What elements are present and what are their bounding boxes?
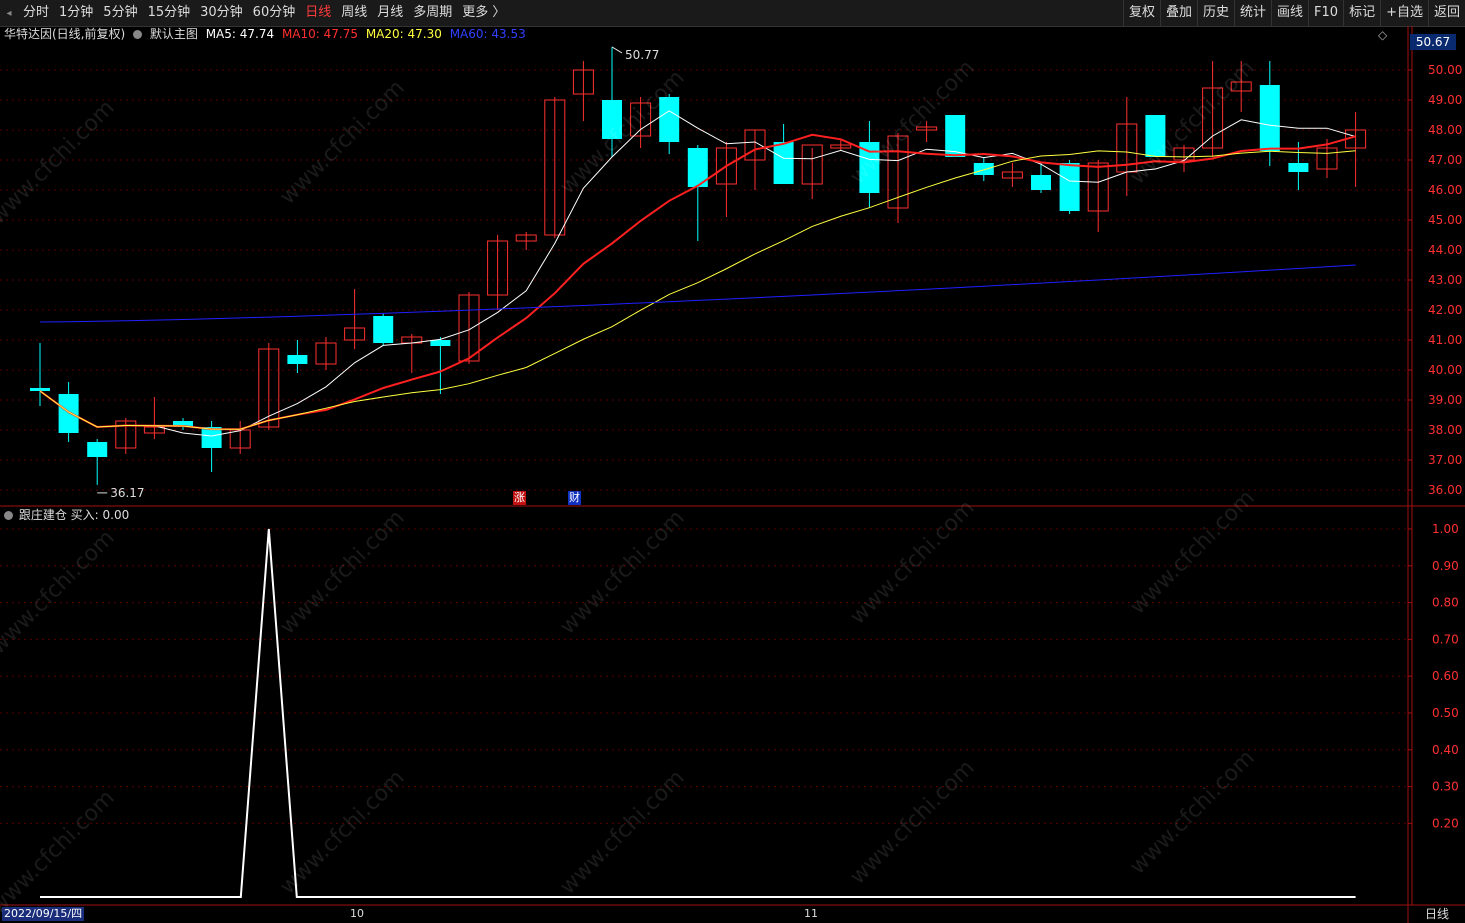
indicator-tick-label: 0.30 <box>1432 780 1459 794</box>
candle-body-down <box>602 100 622 139</box>
candle-body-down <box>430 340 451 346</box>
candle-body-down <box>1145 115 1166 157</box>
price-tick-label: 43.00 <box>1428 273 1462 287</box>
price-tick-label: 50.00 <box>1428 63 1462 77</box>
candle-body-down <box>287 355 308 364</box>
sub-panel-info: 跟庄建仓 买入: 0.00 <box>4 507 129 523</box>
indicator-tick-label: 0.90 <box>1432 559 1459 573</box>
price-tick-label: 36.00 <box>1428 483 1462 497</box>
price-tick-label: 47.00 <box>1428 153 1462 167</box>
indicator-tick-label: 0.20 <box>1432 816 1459 830</box>
indicator-value: 买入: 0.00 <box>70 508 130 522</box>
candle-body-down <box>659 97 680 142</box>
price-tick-label: 48.00 <box>1428 123 1462 137</box>
rise-marker[interactable]: 涨 <box>513 491 526 505</box>
candle-body-down <box>1031 175 1051 190</box>
kline-chart[interactable]: 36.00 37.00 38.00 39.00 40.00 41.00 42.00 43.00… <box>0 0 1465 923</box>
month-label: 10 <box>350 907 364 920</box>
indicator-tick-label: 0.40 <box>1432 743 1459 757</box>
ma20-label: MA20: 47.30 <box>365 27 442 41</box>
candle-body-down <box>58 394 79 433</box>
ma10-label: MA10: 47.75 <box>281 27 358 41</box>
indicator-tick-label: 0.70 <box>1432 632 1459 646</box>
price-tick-label: 44.00 <box>1428 243 1462 257</box>
candle-body-down <box>773 142 794 184</box>
ma60-label: MA60: 43.53 <box>449 27 526 41</box>
indicator-dropdown-icon[interactable] <box>4 511 13 520</box>
indicator-name[interactable]: 跟庄建仓 <box>19 508 67 522</box>
candle-body-down <box>30 388 50 391</box>
month-label: 11 <box>804 907 818 920</box>
diamond-icon[interactable]: ◇ <box>1378 28 1387 42</box>
high-label: 50.77 <box>625 48 659 62</box>
candle-body-down <box>87 442 108 457</box>
template-name[interactable]: 默认主图 <box>150 27 198 41</box>
price-tick-label: 46.00 <box>1428 183 1462 197</box>
indicator-tick-label: 0.50 <box>1432 706 1459 720</box>
indicator-tick-label: 1.00 <box>1432 522 1459 536</box>
price-tick-label: 42.00 <box>1428 303 1462 317</box>
high-pointer <box>611 46 623 54</box>
price-tick-label: 37.00 <box>1428 453 1462 467</box>
indicator-tick-label: 0.60 <box>1432 669 1459 683</box>
price-tick-label: 49.00 <box>1428 93 1462 107</box>
current-price-tag: 50.67 <box>1410 34 1456 50</box>
candle-body-down <box>1059 163 1080 211</box>
price-tick-label: 39.00 <box>1428 393 1462 407</box>
candle-body-down <box>973 163 994 175</box>
finance-marker[interactable]: 财 <box>568 491 581 505</box>
candle-body-down <box>1288 163 1309 172</box>
candle-body-down <box>373 316 394 343</box>
period-label: 日线 <box>1424 907 1449 921</box>
price-tick-label: 41.00 <box>1428 333 1462 347</box>
template-dropdown-icon[interactable] <box>133 30 143 39</box>
cursor-date-label: 2022/09/15/四 <box>2 907 85 921</box>
price-tick-label: 45.00 <box>1428 213 1462 227</box>
candle-body-down <box>1259 85 1280 151</box>
stock-name: 华特达因(日线,前复权) <box>4 27 126 41</box>
ma60-line <box>39 264 1356 323</box>
low-label: 36.17 <box>110 486 144 500</box>
indicator-tick-label: 0.80 <box>1432 596 1459 610</box>
ma5-label: MA5: 47.74 <box>205 27 275 41</box>
price-tick-label: 40.00 <box>1428 363 1462 377</box>
price-tick-label: 38.00 <box>1428 423 1462 437</box>
main-panel-info: 华特达因(日线,前复权) 默认主图 MA5: 47.74 MA10: 47.75… <box>4 26 530 42</box>
